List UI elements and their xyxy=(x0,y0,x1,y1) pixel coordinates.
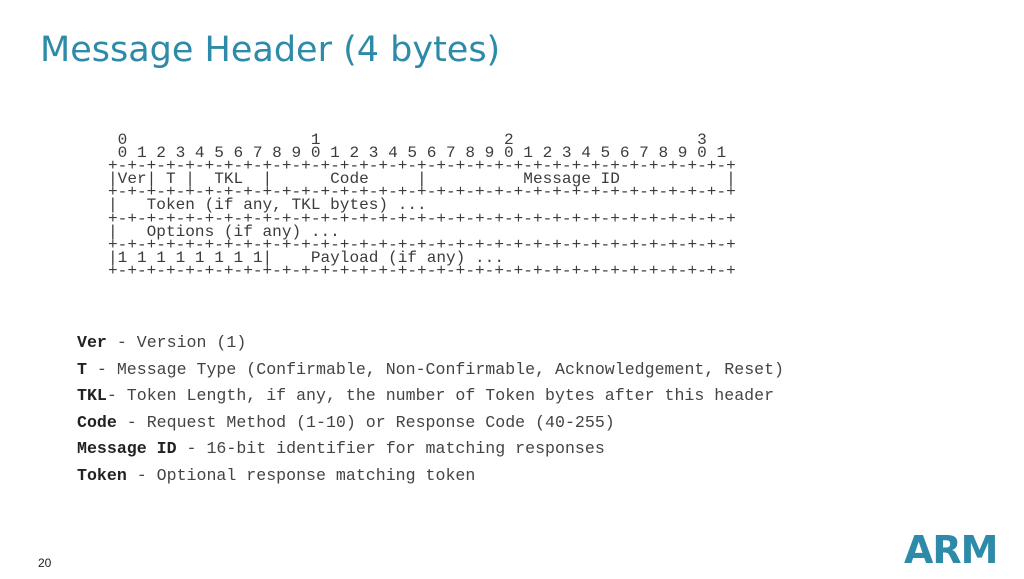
definition-desc: - Request Method (1-10) or Response Code… xyxy=(116,412,615,432)
header-format-diagram: 0 1 2 3 0 1 2 3 4 5 6 7 8 9 0 1 2 3 4 5 … xyxy=(108,132,736,280)
definition-item: Code - Request Method (1-10) or Response… xyxy=(77,410,784,437)
definition-term: Ver xyxy=(77,333,107,352)
definition-term: TKL xyxy=(77,386,107,406)
page-number: 20 xyxy=(38,556,52,570)
definition-term: Message ID xyxy=(77,439,177,459)
diagram-line: +-+-+-+-+-+-+-+-+-+-+-+-+-+-+-+-+-+-+-+-… xyxy=(108,261,736,280)
definition-desc: - Token Length, if any, the number of To… xyxy=(106,386,775,406)
definition-item: Ver - Version (1) xyxy=(77,330,784,357)
field-definitions: Ver - Version (1) T - Message Type (Conf… xyxy=(77,330,784,490)
definition-desc: - Optional response matching token xyxy=(126,465,476,485)
definition-desc: - 16-bit identifier for matching respons… xyxy=(176,439,605,459)
definition-item: TKL- Token Length, if any, the number of… xyxy=(77,383,784,410)
definition-desc: - Message Type (Confirmable, Non-Confirm… xyxy=(86,359,785,379)
arm-logo: ARM xyxy=(904,528,998,572)
slide-title: Message Header (4 bytes) xyxy=(40,30,501,70)
definition-item: T - Message Type (Confirmable, Non-Confi… xyxy=(77,357,784,384)
definition-desc: - Version (1) xyxy=(106,333,247,352)
definition-item: Token - Optional response matching token xyxy=(77,463,784,490)
definition-item: Message ID - 16-bit identifier for match… xyxy=(77,436,784,463)
definition-term: Code xyxy=(77,412,117,432)
definition-term: Token xyxy=(77,465,127,485)
definition-term: T xyxy=(77,359,87,379)
